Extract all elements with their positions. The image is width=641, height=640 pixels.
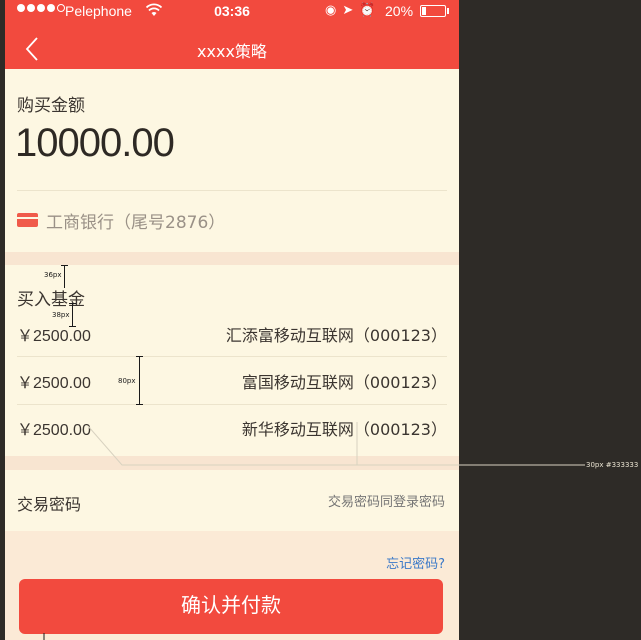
font-annotation: 30px #333333	[586, 461, 639, 469]
callout-lines	[43, 422, 585, 640]
